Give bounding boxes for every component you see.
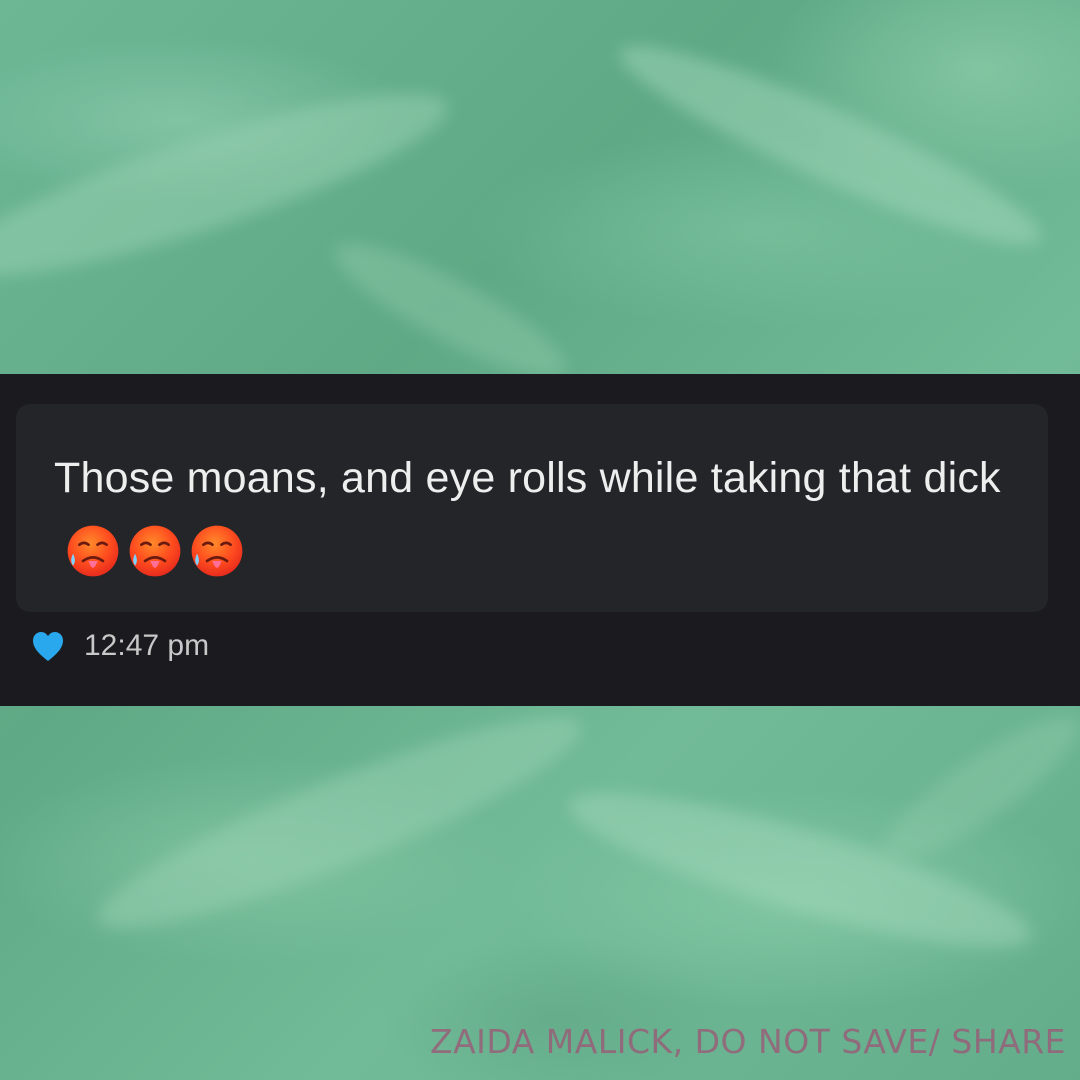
- hot-face-icon: [67, 525, 119, 577]
- heart-icon[interactable]: [30, 629, 66, 663]
- paint-stroke: [605, 19, 1055, 271]
- message-timestamp: 12:47 pm: [84, 629, 210, 662]
- paint-stroke: [321, 222, 579, 398]
- message-text: Those moans, and eye rolls while taking …: [54, 454, 1001, 502]
- message-bubble[interactable]: Those moans, and eye rolls while taking …: [16, 404, 1048, 612]
- paint-stroke: [83, 685, 597, 960]
- message-text-line: Those moans, and eye rolls while taking …: [54, 442, 1012, 588]
- emoji-row: [64, 522, 246, 580]
- watermark: ZAIDA MALICK, DO NOT SAVE/ SHARE: [430, 1022, 1066, 1061]
- paint-stroke: [864, 696, 1080, 884]
- hot-face-icon: [129, 525, 181, 577]
- chat-message-panel: Those moans, and eye rolls while taking …: [0, 374, 1080, 706]
- message-meta: 12:47 pm: [30, 626, 209, 666]
- hot-face-icon: [191, 525, 243, 577]
